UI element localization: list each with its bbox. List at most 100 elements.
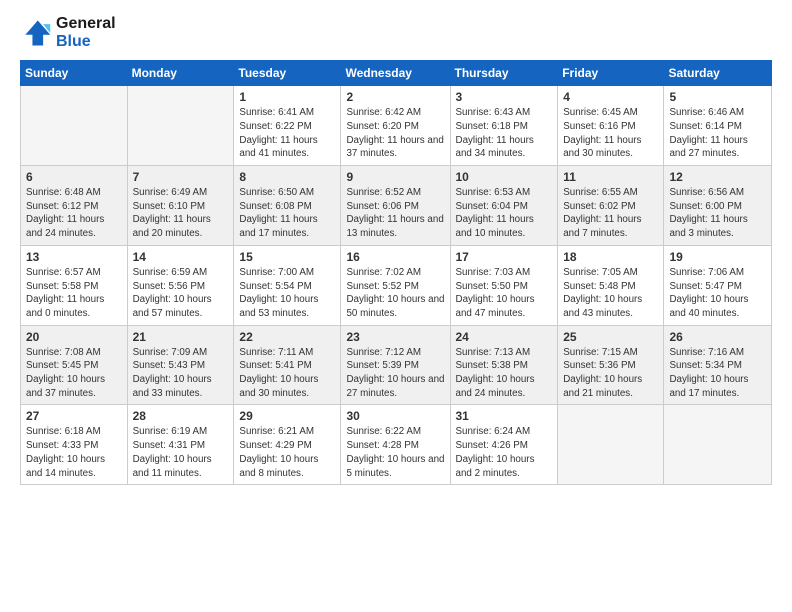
calendar-cell: 9 Sunrise: 6:52 AMSunset: 6:06 PMDaylight… — [341, 166, 450, 246]
day-info: Sunrise: 6:21 AMSunset: 4:29 PMDaylight:… — [239, 425, 335, 480]
day-info: Sunrise: 6:42 AMSunset: 6:20 PMDaylight:… — [346, 106, 444, 161]
day-number: 28 — [133, 409, 229, 423]
header: General Blue — [20, 15, 772, 50]
calendar-cell: 20 Sunrise: 7:08 AMSunset: 5:45 PMDayligh… — [21, 325, 128, 405]
day-info: Sunrise: 7:16 AMSunset: 5:34 PMDaylight:… — [669, 346, 766, 401]
day-info: Sunrise: 6:24 AMSunset: 4:26 PMDaylight:… — [456, 425, 553, 480]
calendar-cell — [21, 86, 128, 166]
day-info: Sunrise: 6:41 AMSunset: 6:22 PMDaylight:… — [239, 106, 335, 161]
day-info: Sunrise: 6:52 AMSunset: 6:06 PMDaylight:… — [346, 186, 444, 241]
day-info: Sunrise: 7:11 AMSunset: 5:41 PMDaylight:… — [239, 346, 335, 401]
day-info: Sunrise: 7:08 AMSunset: 5:45 PMDaylight:… — [26, 346, 122, 401]
day-number: 5 — [669, 90, 766, 104]
day-info: Sunrise: 6:49 AMSunset: 6:10 PMDaylight:… — [133, 186, 229, 241]
day-info: Sunrise: 6:55 AMSunset: 6:02 PMDaylight:… — [563, 186, 658, 241]
day-header-friday: Friday — [558, 61, 664, 86]
calendar-week-row: 20 Sunrise: 7:08 AMSunset: 5:45 PMDayligh… — [21, 325, 772, 405]
calendar-cell: 30 Sunrise: 6:22 AMSunset: 4:28 PMDayligh… — [341, 405, 450, 485]
day-number: 26 — [669, 330, 766, 344]
calendar-cell — [558, 405, 664, 485]
day-info: Sunrise: 7:09 AMSunset: 5:43 PMDaylight:… — [133, 346, 229, 401]
day-header-wednesday: Wednesday — [341, 61, 450, 86]
calendar-cell: 6 Sunrise: 6:48 AMSunset: 6:12 PMDaylight… — [21, 166, 128, 246]
calendar-cell: 13Sunrise: 6:57 AMSunset: 5:58 PMDayligh… — [21, 245, 128, 325]
day-number: 11 — [563, 170, 658, 184]
day-info: Sunrise: 6:59 AMSunset: 5:56 PMDaylight:… — [133, 266, 229, 321]
calendar-cell: 18Sunrise: 7:05 AMSunset: 5:48 PMDayligh… — [558, 245, 664, 325]
calendar-cell: 3 Sunrise: 6:43 AMSunset: 6:18 PMDaylight… — [450, 86, 558, 166]
day-info: Sunrise: 6:46 AMSunset: 6:14 PMDaylight:… — [669, 106, 766, 161]
day-number: 19 — [669, 250, 766, 264]
day-info: Sunrise: 6:53 AMSunset: 6:04 PMDaylight:… — [456, 186, 553, 241]
day-number: 22 — [239, 330, 335, 344]
day-number: 12 — [669, 170, 766, 184]
day-number: 21 — [133, 330, 229, 344]
calendar-header-row: SundayMondayTuesdayWednesdayThursdayFrid… — [21, 61, 772, 86]
calendar-cell: 14 Sunrise: 6:59 AMSunset: 5:56 PMDayligh… — [127, 245, 234, 325]
calendar-table: SundayMondayTuesdayWednesdayThursdayFrid… — [20, 60, 772, 485]
calendar-week-row: 6 Sunrise: 6:48 AMSunset: 6:12 PMDaylight… — [21, 166, 772, 246]
calendar-cell — [127, 86, 234, 166]
day-number: 8 — [239, 170, 335, 184]
calendar-cell: 17 Sunrise: 7:03 AMSunset: 5:50 PMDayligh… — [450, 245, 558, 325]
day-info: Sunrise: 6:43 AMSunset: 6:18 PMDaylight:… — [456, 106, 553, 161]
day-number: 31 — [456, 409, 553, 423]
calendar-cell: 23 Sunrise: 7:12 AMSunset: 5:39 PMDayligh… — [341, 325, 450, 405]
calendar-cell: 19 Sunrise: 7:06 AMSunset: 5:47 PMDayligh… — [664, 245, 772, 325]
day-info: Sunrise: 7:06 AMSunset: 5:47 PMDaylight:… — [669, 266, 766, 321]
day-number: 13 — [26, 250, 122, 264]
day-info: Sunrise: 6:19 AMSunset: 4:31 PMDaylight:… — [133, 425, 229, 480]
day-number: 14 — [133, 250, 229, 264]
calendar-cell — [664, 405, 772, 485]
logo-icon — [20, 17, 52, 49]
calendar-cell: 27 Sunrise: 6:18 AMSunset: 4:33 PMDayligh… — [21, 405, 128, 485]
day-number: 3 — [456, 90, 553, 104]
day-number: 23 — [346, 330, 444, 344]
day-header-tuesday: Tuesday — [234, 61, 341, 86]
calendar-cell: 2 Sunrise: 6:42 AMSunset: 6:20 PMDaylight… — [341, 86, 450, 166]
calendar-cell: 11 Sunrise: 6:55 AMSunset: 6:02 PMDayligh… — [558, 166, 664, 246]
calendar-cell: 25 Sunrise: 7:15 AMSunset: 5:36 PMDayligh… — [558, 325, 664, 405]
calendar-cell: 26 Sunrise: 7:16 AMSunset: 5:34 PMDayligh… — [664, 325, 772, 405]
day-info: Sunrise: 6:56 AMSunset: 6:00 PMDaylight:… — [669, 186, 766, 241]
day-info: Sunrise: 7:15 AMSunset: 5:36 PMDaylight:… — [563, 346, 658, 401]
day-number: 4 — [563, 90, 658, 104]
day-number: 30 — [346, 409, 444, 423]
day-number: 2 — [346, 90, 444, 104]
page: General Blue SundayMondayTuesdayWednesda… — [0, 0, 792, 612]
calendar-cell: 10 Sunrise: 6:53 AMSunset: 6:04 PMDayligh… — [450, 166, 558, 246]
calendar-cell: 21 Sunrise: 7:09 AMSunset: 5:43 PMDayligh… — [127, 325, 234, 405]
day-number: 7 — [133, 170, 229, 184]
day-number: 20 — [26, 330, 122, 344]
day-info: Sunrise: 7:00 AMSunset: 5:54 PMDaylight:… — [239, 266, 335, 321]
calendar-week-row: 27 Sunrise: 6:18 AMSunset: 4:33 PMDayligh… — [21, 405, 772, 485]
day-info: Sunrise: 7:13 AMSunset: 5:38 PMDaylight:… — [456, 346, 553, 401]
day-info: Sunrise: 6:45 AMSunset: 6:16 PMDaylight:… — [563, 106, 658, 161]
day-number: 9 — [346, 170, 444, 184]
day-info: Sunrise: 7:02 AMSunset: 5:52 PMDaylight:… — [346, 266, 444, 321]
calendar-cell: 1 Sunrise: 6:41 AMSunset: 6:22 PMDaylight… — [234, 86, 341, 166]
day-number: 18 — [563, 250, 658, 264]
day-info: Sunrise: 7:03 AMSunset: 5:50 PMDaylight:… — [456, 266, 553, 321]
day-info: Sunrise: 6:48 AMSunset: 6:12 PMDaylight:… — [26, 186, 122, 241]
day-info: Sunrise: 6:50 AMSunset: 6:08 PMDaylight:… — [239, 186, 335, 241]
calendar-cell: 22 Sunrise: 7:11 AMSunset: 5:41 PMDayligh… — [234, 325, 341, 405]
calendar-cell: 28 Sunrise: 6:19 AMSunset: 4:31 PMDayligh… — [127, 405, 234, 485]
day-number: 17 — [456, 250, 553, 264]
calendar-cell: 31 Sunrise: 6:24 AMSunset: 4:26 PMDayligh… — [450, 405, 558, 485]
calendar-cell: 4 Sunrise: 6:45 AMSunset: 6:16 PMDaylight… — [558, 86, 664, 166]
day-info: Sunrise: 7:12 AMSunset: 5:39 PMDaylight:… — [346, 346, 444, 401]
calendar-week-row: 13Sunrise: 6:57 AMSunset: 5:58 PMDayligh… — [21, 245, 772, 325]
day-number: 10 — [456, 170, 553, 184]
day-number: 27 — [26, 409, 122, 423]
calendar-cell: 8 Sunrise: 6:50 AMSunset: 6:08 PMDaylight… — [234, 166, 341, 246]
day-number: 6 — [26, 170, 122, 184]
day-number: 29 — [239, 409, 335, 423]
calendar-week-row: 1 Sunrise: 6:41 AMSunset: 6:22 PMDaylight… — [21, 86, 772, 166]
day-number: 24 — [456, 330, 553, 344]
day-header-monday: Monday — [127, 61, 234, 86]
day-info: Sunrise: 6:18 AMSunset: 4:33 PMDaylight:… — [26, 425, 122, 480]
day-number: 25 — [563, 330, 658, 344]
day-info: Sunrise: 6:22 AMSunset: 4:28 PMDaylight:… — [346, 425, 444, 480]
day-number: 1 — [239, 90, 335, 104]
